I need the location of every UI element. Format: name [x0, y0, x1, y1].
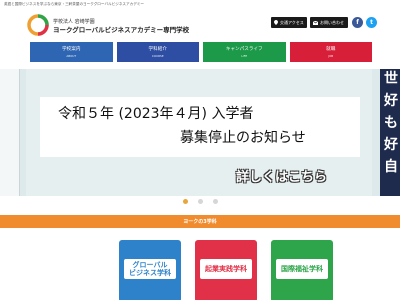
next-slide-char: 自 — [384, 159, 398, 175]
hero-slider[interactable]: 令和５年 (2023年４月) 入学者 募集停止のお知らせ 詳しくはこちら 世 好… — [0, 69, 400, 196]
nav-item-label: キャンパスライフ — [225, 47, 263, 52]
access-label: 交通アクセス — [280, 19, 304, 25]
site-tagline: 英語と国際ビジネスを学ぶなら東京・三軒茶屋のヨークグローバルビジネスアカデミー — [4, 2, 144, 6]
details-link[interactable]: 詳しくはこちら — [236, 166, 327, 185]
next-slide-char: 好 — [384, 93, 398, 109]
nav-item-sub: JOB — [328, 54, 334, 58]
nav-item-life[interactable]: キャンパスライフ LIFE — [203, 42, 286, 62]
school-logo[interactable] — [27, 14, 49, 36]
previous-slide-peek[interactable] — [0, 69, 20, 196]
access-button[interactable]: 交通アクセス — [271, 17, 307, 28]
next-slide-char: 好 — [384, 137, 398, 153]
mail-icon — [313, 20, 318, 25]
department-cards: グローバル ビジネス学科 起業実践学科 国際福祉学科 — [119, 240, 333, 300]
slider-dot[interactable] — [212, 199, 218, 204]
nav-item-label: 就職 — [326, 47, 336, 52]
nav-item-job[interactable]: 就職 JOB — [289, 42, 372, 62]
nav-item-about[interactable]: 学校案内 ABOUT — [30, 42, 113, 62]
department-label: 国際福祉学科 — [276, 259, 328, 279]
twitter-icon[interactable]: t — [366, 17, 377, 28]
nav-item-sub: LIFE — [241, 54, 248, 58]
slider-dot[interactable] — [197, 199, 203, 204]
inquiry-label: お問い合わせ — [320, 19, 344, 25]
department-label: 起業実践学科 — [200, 259, 252, 279]
slider-dots — [0, 199, 400, 204]
department-card-international-welfare[interactable]: 国際福祉学科 — [271, 240, 333, 300]
inquiry-button[interactable]: お問い合わせ — [310, 17, 348, 28]
nav-item-label: 学校案内 — [62, 47, 81, 52]
notice-subheadline: 募集停止のお知らせ — [180, 130, 306, 146]
department-label: グローバル ビジネス学科 — [124, 259, 176, 279]
facebook-icon[interactable]: f — [352, 17, 363, 28]
main-nav: 学校案内 ABOUT 学科紹介 COURSE キャンパスライフ LIFE 就職 … — [30, 42, 372, 62]
next-slide-text: 世 好 も 好 自 — [384, 71, 400, 175]
nav-item-course[interactable]: 学科紹介 COURSE — [116, 42, 199, 62]
page: 英語と国際ビジネスを学ぶなら東京・三軒茶屋のヨークグローバルビジネスアカデミー … — [0, 0, 400, 300]
notice-headline: 令和５年 (2023年４月) 入学者 — [58, 106, 254, 122]
slider-dot[interactable] — [182, 199, 188, 204]
map-pin-icon — [274, 20, 278, 25]
school-name[interactable]: ヨークグローバルビジネスアカデミー専門学校 — [53, 24, 189, 34]
nav-item-label: 学科紹介 — [148, 47, 167, 52]
department-card-entrepreneurship[interactable]: 起業実践学科 — [195, 240, 257, 300]
next-slide-char: 世 — [384, 71, 398, 87]
next-slide-char: も — [384, 115, 398, 131]
nav-item-sub: ABOUT — [66, 54, 77, 58]
nav-item-sub: COURSE — [151, 54, 164, 58]
section-title: ヨークの3学科 — [183, 219, 217, 225]
section-heading-bar: ヨークの3学科 — [0, 215, 400, 228]
department-card-global-business[interactable]: グローバル ビジネス学科 — [119, 240, 181, 300]
